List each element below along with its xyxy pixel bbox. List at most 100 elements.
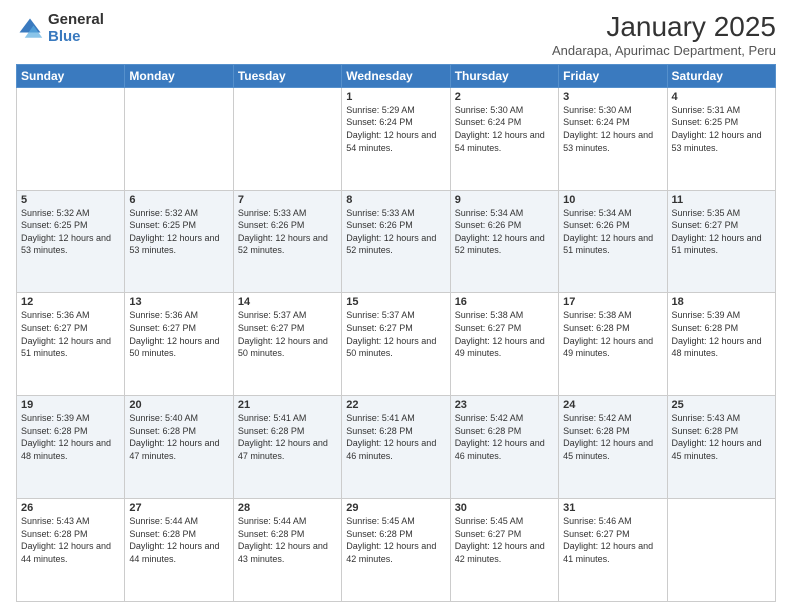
table-row: 14Sunrise: 5:37 AM Sunset: 6:27 PM Dayli… bbox=[233, 293, 341, 396]
day-info: Sunrise: 5:35 AM Sunset: 6:27 PM Dayligh… bbox=[672, 207, 771, 257]
col-thursday: Thursday bbox=[450, 64, 558, 87]
day-info: Sunrise: 5:39 AM Sunset: 6:28 PM Dayligh… bbox=[672, 309, 771, 359]
day-number: 16 bbox=[455, 296, 554, 308]
table-row: 3Sunrise: 5:30 AM Sunset: 6:24 PM Daylig… bbox=[559, 87, 667, 190]
table-row bbox=[17, 87, 125, 190]
day-number: 4 bbox=[672, 91, 771, 103]
day-info: Sunrise: 5:31 AM Sunset: 6:25 PM Dayligh… bbox=[672, 104, 771, 154]
logo: General Blue bbox=[16, 12, 104, 45]
col-tuesday: Tuesday bbox=[233, 64, 341, 87]
table-row: 5Sunrise: 5:32 AM Sunset: 6:25 PM Daylig… bbox=[17, 190, 125, 293]
day-number: 1 bbox=[346, 91, 445, 103]
col-saturday: Saturday bbox=[667, 64, 775, 87]
day-info: Sunrise: 5:34 AM Sunset: 6:26 PM Dayligh… bbox=[455, 207, 554, 257]
logo-icon bbox=[16, 15, 44, 43]
table-row: 10Sunrise: 5:34 AM Sunset: 6:26 PM Dayli… bbox=[559, 190, 667, 293]
day-number: 22 bbox=[346, 399, 445, 411]
day-info: Sunrise: 5:33 AM Sunset: 6:26 PM Dayligh… bbox=[238, 207, 337, 257]
table-row bbox=[233, 87, 341, 190]
day-number: 18 bbox=[672, 296, 771, 308]
table-row: 6Sunrise: 5:32 AM Sunset: 6:25 PM Daylig… bbox=[125, 190, 233, 293]
day-number: 5 bbox=[21, 194, 120, 206]
day-info: Sunrise: 5:42 AM Sunset: 6:28 PM Dayligh… bbox=[563, 412, 662, 462]
day-info: Sunrise: 5:43 AM Sunset: 6:28 PM Dayligh… bbox=[21, 515, 120, 565]
calendar-header-row: Sunday Monday Tuesday Wednesday Thursday… bbox=[17, 64, 776, 87]
day-info: Sunrise: 5:45 AM Sunset: 6:27 PM Dayligh… bbox=[455, 515, 554, 565]
day-number: 10 bbox=[563, 194, 662, 206]
day-number: 19 bbox=[21, 399, 120, 411]
table-row: 18Sunrise: 5:39 AM Sunset: 6:28 PM Dayli… bbox=[667, 293, 775, 396]
calendar-week-5: 26Sunrise: 5:43 AM Sunset: 6:28 PM Dayli… bbox=[17, 499, 776, 602]
calendar-week-4: 19Sunrise: 5:39 AM Sunset: 6:28 PM Dayli… bbox=[17, 396, 776, 499]
day-number: 29 bbox=[346, 502, 445, 514]
table-row: 30Sunrise: 5:45 AM Sunset: 6:27 PM Dayli… bbox=[450, 499, 558, 602]
day-number: 25 bbox=[672, 399, 771, 411]
table-row: 21Sunrise: 5:41 AM Sunset: 6:28 PM Dayli… bbox=[233, 396, 341, 499]
day-number: 20 bbox=[129, 399, 228, 411]
table-row: 20Sunrise: 5:40 AM Sunset: 6:28 PM Dayli… bbox=[125, 396, 233, 499]
table-row: 31Sunrise: 5:46 AM Sunset: 6:27 PM Dayli… bbox=[559, 499, 667, 602]
day-number: 17 bbox=[563, 296, 662, 308]
table-row: 9Sunrise: 5:34 AM Sunset: 6:26 PM Daylig… bbox=[450, 190, 558, 293]
table-row: 15Sunrise: 5:37 AM Sunset: 6:27 PM Dayli… bbox=[342, 293, 450, 396]
day-info: Sunrise: 5:30 AM Sunset: 6:24 PM Dayligh… bbox=[563, 104, 662, 154]
table-row: 26Sunrise: 5:43 AM Sunset: 6:28 PM Dayli… bbox=[17, 499, 125, 602]
day-info: Sunrise: 5:41 AM Sunset: 6:28 PM Dayligh… bbox=[238, 412, 337, 462]
day-number: 30 bbox=[455, 502, 554, 514]
table-row: 8Sunrise: 5:33 AM Sunset: 6:26 PM Daylig… bbox=[342, 190, 450, 293]
day-info: Sunrise: 5:40 AM Sunset: 6:28 PM Dayligh… bbox=[129, 412, 228, 462]
day-number: 24 bbox=[563, 399, 662, 411]
table-row: 12Sunrise: 5:36 AM Sunset: 6:27 PM Dayli… bbox=[17, 293, 125, 396]
table-row: 7Sunrise: 5:33 AM Sunset: 6:26 PM Daylig… bbox=[233, 190, 341, 293]
day-number: 13 bbox=[129, 296, 228, 308]
col-monday: Monday bbox=[125, 64, 233, 87]
day-info: Sunrise: 5:43 AM Sunset: 6:28 PM Dayligh… bbox=[672, 412, 771, 462]
table-row: 28Sunrise: 5:44 AM Sunset: 6:28 PM Dayli… bbox=[233, 499, 341, 602]
day-number: 15 bbox=[346, 296, 445, 308]
day-number: 27 bbox=[129, 502, 228, 514]
table-row bbox=[125, 87, 233, 190]
calendar-week-2: 5Sunrise: 5:32 AM Sunset: 6:25 PM Daylig… bbox=[17, 190, 776, 293]
calendar-week-3: 12Sunrise: 5:36 AM Sunset: 6:27 PM Dayli… bbox=[17, 293, 776, 396]
logo-text: General Blue bbox=[48, 12, 104, 45]
day-info: Sunrise: 5:42 AM Sunset: 6:28 PM Dayligh… bbox=[455, 412, 554, 462]
day-number: 2 bbox=[455, 91, 554, 103]
day-number: 11 bbox=[672, 194, 771, 206]
sub-title: Andarapa, Apurimac Department, Peru bbox=[552, 43, 776, 58]
day-number: 6 bbox=[129, 194, 228, 206]
day-info: Sunrise: 5:38 AM Sunset: 6:27 PM Dayligh… bbox=[455, 309, 554, 359]
day-info: Sunrise: 5:44 AM Sunset: 6:28 PM Dayligh… bbox=[238, 515, 337, 565]
table-row: 11Sunrise: 5:35 AM Sunset: 6:27 PM Dayli… bbox=[667, 190, 775, 293]
table-row bbox=[667, 499, 775, 602]
table-row: 24Sunrise: 5:42 AM Sunset: 6:28 PM Dayli… bbox=[559, 396, 667, 499]
day-info: Sunrise: 5:32 AM Sunset: 6:25 PM Dayligh… bbox=[129, 207, 228, 257]
table-row: 13Sunrise: 5:36 AM Sunset: 6:27 PM Dayli… bbox=[125, 293, 233, 396]
table-row: 23Sunrise: 5:42 AM Sunset: 6:28 PM Dayli… bbox=[450, 396, 558, 499]
day-number: 9 bbox=[455, 194, 554, 206]
table-row: 1Sunrise: 5:29 AM Sunset: 6:24 PM Daylig… bbox=[342, 87, 450, 190]
day-info: Sunrise: 5:46 AM Sunset: 6:27 PM Dayligh… bbox=[563, 515, 662, 565]
day-info: Sunrise: 5:45 AM Sunset: 6:28 PM Dayligh… bbox=[346, 515, 445, 565]
day-info: Sunrise: 5:41 AM Sunset: 6:28 PM Dayligh… bbox=[346, 412, 445, 462]
day-number: 28 bbox=[238, 502, 337, 514]
day-info: Sunrise: 5:44 AM Sunset: 6:28 PM Dayligh… bbox=[129, 515, 228, 565]
table-row: 4Sunrise: 5:31 AM Sunset: 6:25 PM Daylig… bbox=[667, 87, 775, 190]
day-info: Sunrise: 5:30 AM Sunset: 6:24 PM Dayligh… bbox=[455, 104, 554, 154]
day-info: Sunrise: 5:32 AM Sunset: 6:25 PM Dayligh… bbox=[21, 207, 120, 257]
calendar-week-1: 1Sunrise: 5:29 AM Sunset: 6:24 PM Daylig… bbox=[17, 87, 776, 190]
calendar-table: Sunday Monday Tuesday Wednesday Thursday… bbox=[16, 64, 776, 602]
table-row: 19Sunrise: 5:39 AM Sunset: 6:28 PM Dayli… bbox=[17, 396, 125, 499]
day-info: Sunrise: 5:34 AM Sunset: 6:26 PM Dayligh… bbox=[563, 207, 662, 257]
day-number: 31 bbox=[563, 502, 662, 514]
day-info: Sunrise: 5:29 AM Sunset: 6:24 PM Dayligh… bbox=[346, 104, 445, 154]
day-number: 12 bbox=[21, 296, 120, 308]
col-sunday: Sunday bbox=[17, 64, 125, 87]
day-number: 21 bbox=[238, 399, 337, 411]
header: General Blue January 2025 Andarapa, Apur… bbox=[16, 12, 776, 58]
table-row: 25Sunrise: 5:43 AM Sunset: 6:28 PM Dayli… bbox=[667, 396, 775, 499]
day-info: Sunrise: 5:33 AM Sunset: 6:26 PM Dayligh… bbox=[346, 207, 445, 257]
day-number: 8 bbox=[346, 194, 445, 206]
day-info: Sunrise: 5:37 AM Sunset: 6:27 PM Dayligh… bbox=[238, 309, 337, 359]
page: General Blue January 2025 Andarapa, Apur… bbox=[0, 0, 792, 612]
day-info: Sunrise: 5:37 AM Sunset: 6:27 PM Dayligh… bbox=[346, 309, 445, 359]
